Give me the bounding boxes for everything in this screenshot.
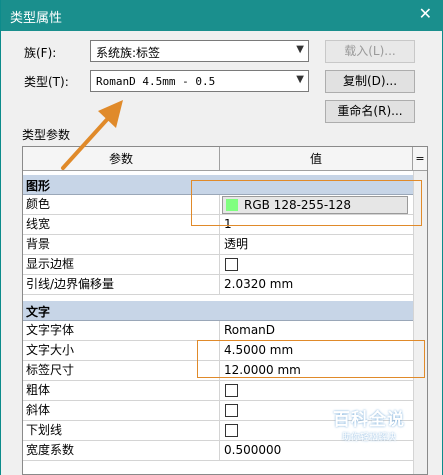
watermark-logo: 百科全说 助你轻松解决 — [319, 405, 419, 443]
watermark-title: 百科全说 — [333, 410, 405, 430]
type-properties-dialog: 类型属性 ✕ 族(F): 系统族:标签 ▼ 载入(L)... 类型(T): Ro… — [0, 0, 443, 475]
orange-arrow-icon — [61, 100, 123, 170]
watermark-subtitle: 助你轻松解决 — [341, 433, 396, 443]
